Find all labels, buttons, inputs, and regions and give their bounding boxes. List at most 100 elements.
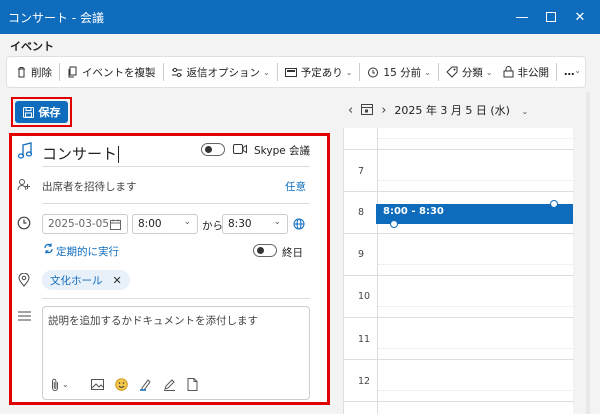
paperclip-icon bbox=[52, 378, 58, 391]
duplicate-button[interactable]: イベントを複製 bbox=[62, 60, 161, 84]
image-icon bbox=[90, 379, 104, 390]
half-hour-line bbox=[378, 138, 574, 139]
busy-status-label: 予定あり bbox=[300, 66, 343, 79]
event-title-input[interactable]: コンサート bbox=[42, 143, 120, 164]
highlight-button[interactable] bbox=[139, 378, 152, 391]
insert-file-button[interactable] bbox=[187, 378, 198, 391]
private-label: 非公開 bbox=[517, 66, 550, 79]
description-editor[interactable]: 説明を追加するかドキュメントを添付します ⌄ bbox=[42, 306, 310, 400]
save-icon bbox=[22, 106, 34, 118]
event-form: コンサート Skype 会議 出席者を招待します 任意 2025-03-05 8… bbox=[9, 133, 330, 405]
hour-line bbox=[344, 149, 574, 150]
document-icon bbox=[187, 378, 198, 391]
scrollbar[interactable] bbox=[586, 92, 590, 414]
date-value: 2025-03-05 bbox=[48, 218, 110, 230]
hour-line bbox=[344, 317, 574, 318]
emoji-icon bbox=[114, 378, 128, 391]
duplicate-label: イベントを複製 bbox=[82, 66, 156, 79]
all-day-toggle[interactable] bbox=[253, 244, 277, 257]
divider bbox=[437, 63, 439, 81]
delete-button[interactable]: 削除 bbox=[11, 60, 57, 84]
private-button[interactable]: 非公開 bbox=[498, 60, 555, 84]
sliders-icon bbox=[171, 67, 182, 77]
calendar-header: ‹ › 2025 年 3 月 5 日 (水) ⌄ bbox=[348, 102, 544, 118]
remove-location-icon[interactable]: ✕ bbox=[113, 274, 122, 287]
divider bbox=[42, 166, 310, 167]
start-time-select[interactable]: 8:00 ⌄ bbox=[132, 214, 198, 234]
next-day-button[interactable]: › bbox=[381, 103, 386, 118]
close-icon[interactable]: ✕ bbox=[569, 6, 591, 28]
repeat-icon bbox=[42, 242, 54, 254]
draw-button[interactable] bbox=[163, 378, 176, 391]
attendees-input[interactable]: 出席者を招待します bbox=[42, 179, 137, 194]
minimize-icon[interactable]: — bbox=[511, 6, 533, 28]
highlighter-icon bbox=[139, 379, 151, 391]
end-time-select[interactable]: 8:30 ⌄ bbox=[222, 214, 288, 234]
toolbar: 削除 イベントを複製 返信オプション ⌄ 予定あり ⌄ 15 分前 ⌄ 分類 ⌄… bbox=[6, 56, 586, 88]
divider bbox=[359, 63, 361, 81]
pen-icon bbox=[163, 379, 175, 391]
music-note-icon[interactable] bbox=[16, 142, 34, 160]
globe-icon[interactable] bbox=[292, 217, 306, 231]
event-title-text: コンサート bbox=[42, 145, 118, 163]
calendar-event[interactable]: 8:00 - 8:30 bbox=[376, 204, 573, 224]
tab-event[interactable]: イベント bbox=[10, 38, 54, 58]
divider bbox=[556, 63, 558, 81]
calendar-today-icon bbox=[361, 103, 374, 115]
hour-line bbox=[344, 233, 574, 234]
previous-day-button[interactable]: ‹ bbox=[348, 103, 353, 118]
emoji-button[interactable] bbox=[114, 378, 128, 391]
response-options-button[interactable]: 返信オプション ⌄ bbox=[166, 60, 275, 84]
optional-link[interactable]: 任意 bbox=[285, 179, 306, 194]
chevron-down-icon: ⌄ bbox=[183, 217, 191, 227]
lock-icon bbox=[503, 66, 514, 78]
half-hour-line bbox=[378, 264, 574, 265]
image-button[interactable] bbox=[90, 379, 104, 390]
busy-status-button[interactable]: 予定あり ⌄ bbox=[280, 60, 358, 84]
calendar-date-title[interactable]: 2025 年 3 月 5 日 (水) ⌄ bbox=[394, 102, 536, 118]
half-hour-line bbox=[378, 390, 574, 391]
divider bbox=[276, 63, 278, 81]
hour-label: 12 bbox=[358, 376, 371, 387]
date-field[interactable]: 2025-03-05 bbox=[42, 214, 128, 234]
ribbon-tabs: イベント bbox=[0, 34, 600, 58]
divider bbox=[42, 298, 310, 299]
hour-label: 9 bbox=[358, 249, 365, 260]
chevron-down-icon: ⌄ bbox=[62, 380, 69, 389]
half-hour-line bbox=[378, 348, 574, 349]
half-hour-line bbox=[378, 306, 574, 307]
save-button[interactable]: 保存 bbox=[15, 101, 68, 123]
editor-toolbar: ⌄ bbox=[51, 378, 209, 391]
event-time: 8:00 - 8:30 bbox=[383, 206, 444, 217]
recurring-link[interactable]: 定期的に実行 bbox=[56, 244, 119, 259]
to-label: から bbox=[202, 220, 223, 232]
resize-handle-bottom[interactable] bbox=[390, 220, 398, 228]
all-day-label: 終日 bbox=[282, 247, 303, 259]
location-chip[interactable]: 文化ホール ✕ bbox=[42, 270, 130, 290]
attach-button[interactable]: ⌄ bbox=[51, 378, 80, 391]
hour-label: 10 bbox=[358, 291, 371, 302]
resize-handle-top[interactable] bbox=[550, 200, 558, 208]
today-button[interactable] bbox=[361, 103, 374, 118]
maximize-icon[interactable] bbox=[540, 6, 562, 28]
toggle-knob bbox=[205, 146, 212, 153]
skype-toggle[interactable] bbox=[201, 143, 225, 156]
reminder-button[interactable]: 15 分前 ⌄ bbox=[362, 60, 435, 84]
hour-line bbox=[344, 275, 574, 276]
chevron-down-icon: ⌄ bbox=[345, 67, 353, 77]
category-button[interactable]: 分類 ⌄ bbox=[441, 60, 498, 84]
response-options-label: 返信オプション bbox=[186, 66, 261, 79]
clock-icon bbox=[16, 215, 32, 231]
skype-label: Skype 会議 bbox=[254, 145, 311, 157]
calendar-icon bbox=[110, 219, 121, 230]
calendar-date-text: 2025 年 3 月 5 日 (水) bbox=[394, 104, 510, 117]
start-time-value: 8:00 bbox=[138, 218, 162, 230]
chevron-down-icon[interactable]: ⌄ bbox=[574, 66, 581, 75]
half-hour-line bbox=[378, 180, 574, 181]
more-icon: … bbox=[564, 66, 575, 78]
save-label: 保存 bbox=[38, 106, 61, 119]
description-placeholder: 説明を追加するかドキュメントを添付します bbox=[48, 315, 258, 327]
chevron-down-icon: ⌄ bbox=[273, 217, 281, 227]
day-grid[interactable]: 7 8 9 10 11 12 bbox=[343, 128, 574, 414]
hour-line bbox=[344, 401, 574, 402]
